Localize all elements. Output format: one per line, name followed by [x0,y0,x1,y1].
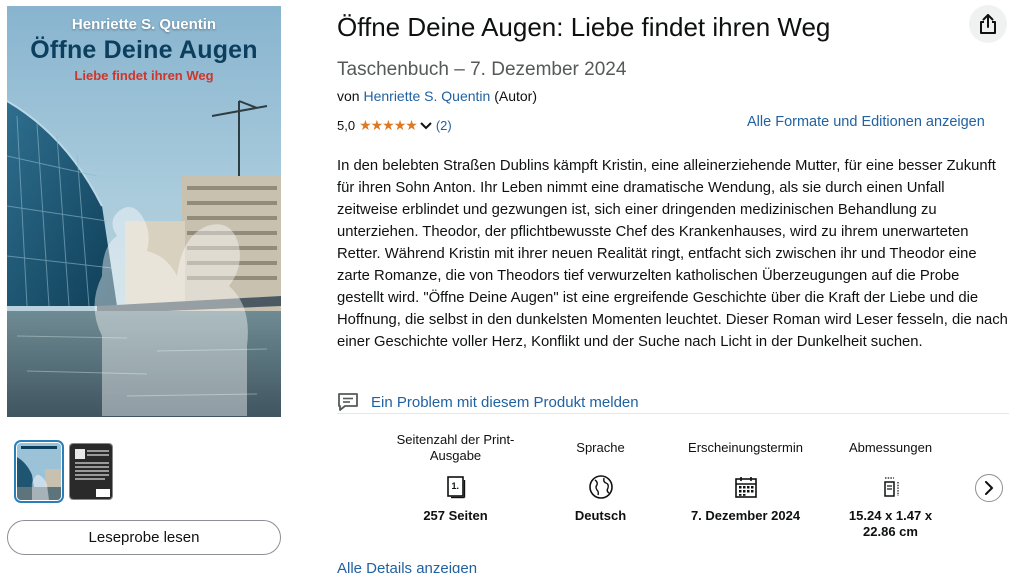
cover-title: Öffne Deine Augen [30,36,258,64]
detail-value: 257 Seiten [423,508,488,523]
book-cover-image[interactable]: Henriette S. Quentin Öffne Deine Augen L… [7,6,281,417]
product-details-carousel: Seitenzahl der Print-Ausgabe 1. 257 Seit… [383,428,963,540]
product-description: In den belebten Straßen Dublins kämpft K… [337,158,1008,350]
rating-row: 5,0 ★★★★★ (2) [337,117,452,134]
cover-subtitle: Liebe findet ihren Weg [74,68,214,83]
dimensions-icon [879,472,903,502]
product-title: Öffne Deine Augen: Liebe findet ihren We… [337,12,831,42]
detail-label: Sprache [576,440,625,455]
svg-text:1.: 1. [451,481,459,491]
share-button[interactable] [969,5,1007,43]
carousel-next-button[interactable] [975,474,1003,502]
detail-page-count: Seitenzahl der Print-Ausgabe 1. 257 Seit… [383,428,528,540]
report-problem-row[interactable]: Ein Problem mit diesem Produkt melden [337,392,639,412]
detail-value: 7. Dezember 2024 [690,508,801,523]
back-cover-thumbnail-image [70,444,112,499]
thumbnail-back-cover[interactable] [69,443,113,500]
book-pages-icon: 1. [446,472,466,502]
chevron-down-icon[interactable] [420,121,432,130]
image-thumbnails [14,440,113,503]
by-prefix: von [337,88,360,104]
format-and-date: Taschenbuch – 7. Dezember 2024 [337,59,627,80]
chevron-right-icon [985,481,993,495]
detail-label: Erscheinungstermin [688,440,803,455]
all-details-link[interactable]: Alle Details anzeigen [337,560,477,573]
cover-author: Henriette S. Quentin [71,16,217,33]
detail-label: Seitenzahl der Print-Ausgabe [396,432,515,463]
section-divider [337,413,1009,414]
detail-label: Abmessungen [848,440,933,455]
share-icon [980,14,996,34]
detail-dimensions: Abmessungen 15.24 x 1.47 x 22.86 cm [818,428,963,540]
detail-publication-date: Erscheinungstermin 7. Dezember 2024 [673,428,818,540]
author-link[interactable]: Henriette S. Quentin [363,88,490,104]
all-formats-link[interactable]: Alle Formate und Editionen anzeigen [747,114,985,130]
review-count-link[interactable]: (2) [436,118,452,133]
globe-icon [588,472,614,502]
calendar-icon [734,472,758,502]
author-role: (Autor) [494,88,538,104]
detail-value: 15.24 x 1.47 x 22.86 cm [848,508,933,539]
star-rating-icon[interactable]: ★★★★★ [359,117,418,134]
front-cover-thumbnail-image [17,443,61,500]
detail-language: Sprache Deutsch [528,428,673,540]
byline: von Henriette S. Quentin (Autor) [337,88,537,104]
rating-value: 5,0 [337,118,356,133]
report-problem-link[interactable]: Ein Problem mit diesem Produkt melden [371,394,639,411]
detail-value: Deutsch [574,508,627,523]
thumbnail-front-cover[interactable] [14,440,64,503]
read-sample-button[interactable]: Leseprobe lesen [7,520,281,555]
feedback-icon [338,393,358,411]
